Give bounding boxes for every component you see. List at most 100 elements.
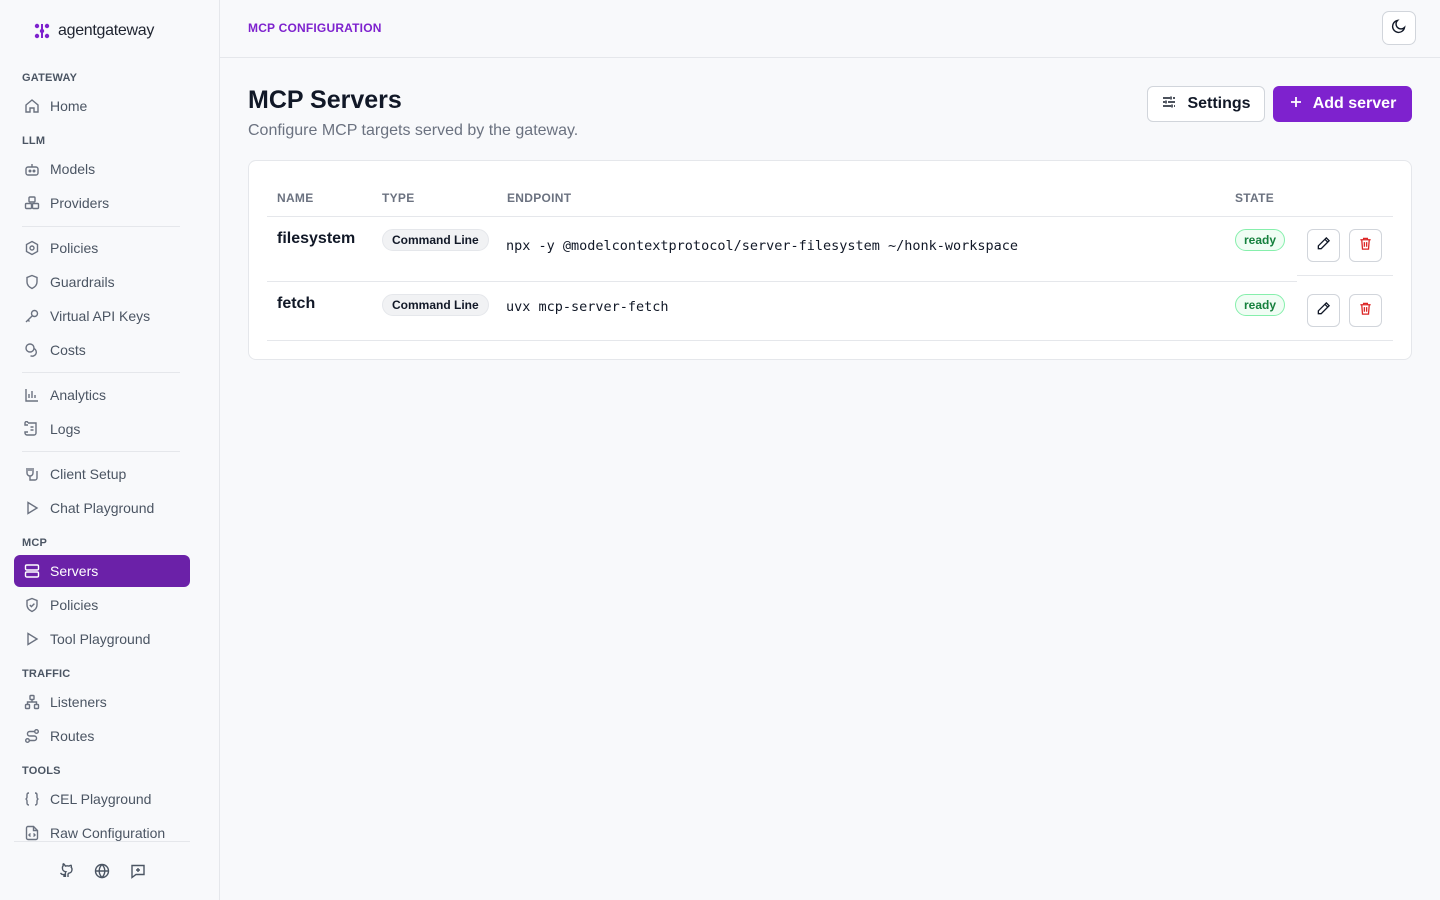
agentgateway-logo-icon (32, 21, 52, 41)
sliders-icon (1161, 94, 1177, 115)
globe-icon[interactable] (93, 862, 111, 880)
page-subtitle: Configure MCP targets served by the gate… (248, 122, 579, 139)
theme-toggle-button[interactable] (1382, 11, 1416, 45)
sidebar-item-label: Routes (50, 728, 95, 744)
file-code-icon (24, 825, 40, 841)
sidebar-divider (22, 226, 180, 227)
settings-button[interactable]: Settings (1147, 86, 1265, 122)
bot-icon (24, 161, 40, 177)
key-icon (24, 308, 40, 324)
section-label-mcp: MCP (22, 537, 48, 549)
status-badge: ready (1235, 229, 1286, 251)
sidebar-item-label: CEL Playground (50, 791, 152, 807)
shield-icon (24, 274, 40, 290)
server-icon (24, 563, 40, 579)
network-icon (24, 694, 40, 710)
braces-icon (24, 791, 40, 807)
brand[interactable]: agentgateway (32, 20, 154, 42)
sidebar-item-mcp-policies[interactable]: Policies (14, 589, 190, 621)
endpoint-text: npx -y @modelcontextprotocol/server-file… (506, 238, 1019, 254)
sidebar-item-label: Policies (50, 240, 99, 256)
header-divider (267, 216, 1393, 217)
add-server-label: Add server (1312, 95, 1397, 112)
top-bar: MCP CONFIGURATION (220, 0, 1440, 58)
coins-icon (24, 342, 40, 358)
add-server-button[interactable]: Add server (1273, 86, 1412, 122)
sidebar-item-providers[interactable]: Providers (14, 187, 190, 219)
sidebar-item-home[interactable]: Home (14, 90, 190, 122)
sidebar-divider (22, 372, 180, 373)
sidebar-item-servers[interactable]: Servers (14, 555, 190, 587)
sidebar-item-policies[interactable]: Policies (14, 232, 190, 264)
sidebar-item-label: Chat Playground (50, 500, 155, 516)
column-header-state: STATE (1235, 191, 1275, 205)
breadcrumb: MCP CONFIGURATION (248, 21, 382, 35)
delete-button[interactable] (1349, 229, 1382, 262)
sidebar-item-label: Costs (50, 342, 86, 358)
section-label-tools: TOOLS (22, 765, 61, 777)
section-label-gateway: GATEWAY (22, 72, 78, 84)
type-badge: Command Line (382, 229, 489, 251)
feedback-icon[interactable] (129, 862, 147, 880)
sidebar-item-label: Virtual API Keys (50, 308, 151, 324)
pencil-icon (1316, 236, 1331, 256)
pencil-icon (1316, 301, 1331, 321)
row-divider (267, 340, 1393, 341)
column-header-name: NAME (277, 191, 314, 205)
play-icon (24, 631, 40, 647)
page-title: MCP Servers (248, 86, 402, 114)
sidebar-item-label: Logs (50, 421, 81, 437)
policy-icon (24, 240, 40, 256)
sidebar-item-guardrails[interactable]: Guardrails (14, 266, 190, 298)
sidebar-item-label: Providers (50, 195, 110, 211)
boxes-icon (24, 195, 40, 211)
scroll-icon (24, 421, 40, 437)
sidebar-item-tool-playground[interactable]: Tool Playground (14, 623, 190, 655)
settings-label: Settings (1187, 95, 1251, 112)
sidebar-item-listeners[interactable]: Listeners (14, 686, 190, 718)
sidebar: agentgateway GATEWAY Home LLM Models Pro… (0, 0, 220, 900)
sidebar-item-client-setup[interactable]: Client Setup (14, 458, 190, 490)
sidebar-divider (22, 451, 180, 452)
play-icon (24, 500, 40, 516)
sidebar-item-label: Tool Playground (50, 631, 151, 647)
sidebar-item-models[interactable]: Models (14, 153, 190, 185)
sidebar-item-routes[interactable]: Routes (14, 720, 190, 752)
row-divider (1297, 275, 1393, 276)
home-icon (24, 98, 40, 114)
type-badge: Command Line (382, 294, 489, 316)
route-icon (24, 728, 40, 744)
sidebar-item-logs[interactable]: Logs (14, 413, 190, 445)
sidebar-item-label: Client Setup (50, 466, 127, 482)
section-label-llm: LLM (22, 135, 46, 147)
delete-button[interactable] (1349, 294, 1382, 327)
sidebar-item-label: Listeners (50, 694, 107, 710)
sidebar-item-cel-playground[interactable]: CEL Playground (14, 783, 190, 815)
sidebar-item-virtual-api-keys[interactable]: Virtual API Keys (14, 300, 190, 332)
sidebar-item-analytics[interactable]: Analytics (14, 379, 190, 411)
column-header-endpoint: ENDPOINT (507, 191, 572, 205)
plug-icon (24, 466, 40, 482)
trash-icon (1358, 301, 1373, 321)
server-name: filesystem (277, 230, 356, 247)
edit-button[interactable] (1307, 229, 1340, 262)
moon-icon (1391, 18, 1407, 39)
bar-chart-icon (24, 387, 40, 403)
plus-icon (1289, 95, 1303, 114)
sidebar-item-chat-playground[interactable]: Chat Playground (14, 492, 190, 524)
shield-check-icon (24, 597, 40, 613)
sidebar-item-label: Raw Configuration (50, 825, 166, 841)
trash-icon (1358, 236, 1373, 256)
row-divider (267, 281, 1297, 282)
sidebar-item-label: Policies (50, 597, 99, 613)
github-icon[interactable] (57, 862, 75, 880)
sidebar-item-label: Models (50, 161, 96, 177)
sidebar-item-label: Guardrails (50, 274, 115, 290)
sidebar-item-label: Analytics (50, 387, 107, 403)
sidebar-item-label: Home (50, 98, 88, 114)
edit-button[interactable] (1307, 294, 1340, 327)
sidebar-item-costs[interactable]: Costs (14, 334, 190, 366)
sidebar-item-label: Servers (50, 563, 99, 579)
column-header-type: TYPE (382, 191, 415, 205)
servers-table: NAME TYPE ENDPOINT STATE filesystem Comm… (248, 160, 1412, 360)
